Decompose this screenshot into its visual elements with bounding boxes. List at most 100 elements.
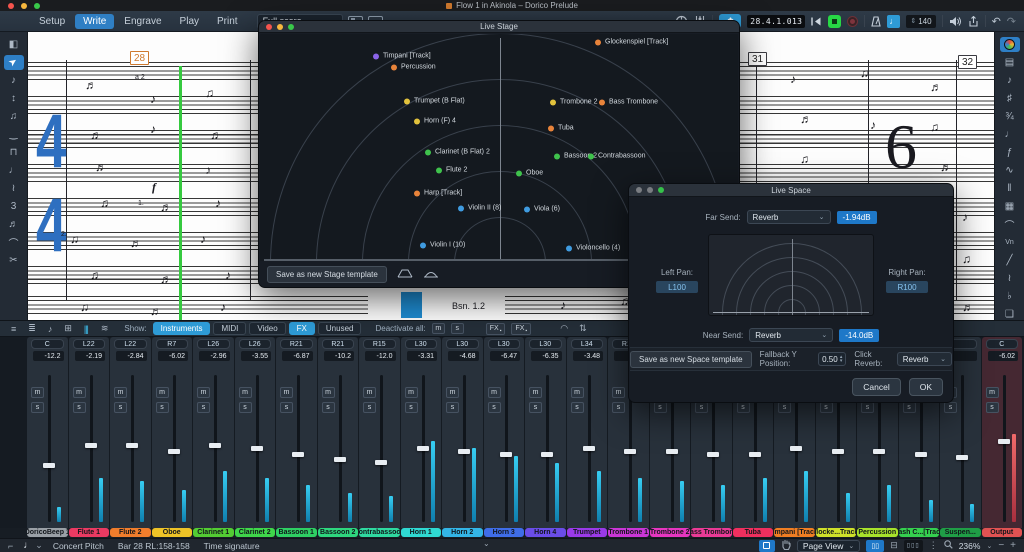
fader-handle[interactable] (499, 451, 512, 457)
deactivate-mute-button[interactable]: m (431, 323, 445, 334)
solo-button[interactable]: s (861, 402, 874, 413)
solo-button[interactable]: s (944, 402, 957, 413)
channel-label[interactable]: Trumpet (566, 528, 607, 537)
minimize-icon[interactable] (21, 3, 27, 9)
pan-control[interactable]: L22 (114, 339, 147, 349)
time-signature-numerator[interactable]: 4 (36, 104, 66, 180)
fader-handle[interactable] (84, 443, 97, 449)
time-signature-denominator[interactable]: 4 (36, 188, 66, 264)
instrument-icon[interactable]: ♪ (45, 324, 55, 334)
close-icon[interactable] (636, 187, 642, 193)
status-item-0[interactable]: Concert Pitch (53, 541, 104, 551)
metronome-icon[interactable] (871, 15, 882, 27)
keyboard-icon[interactable]: ▤ (1000, 55, 1020, 70)
stage-instrument[interactable]: Bass Trombone (599, 99, 658, 106)
pan-control[interactable]: L22 (72, 339, 105, 349)
stage-instrument[interactable]: Trumpet (B Flat) (404, 98, 465, 105)
clef-icon[interactable]: ♩ (4, 163, 24, 178)
mute-button[interactable]: m (155, 387, 169, 398)
zoom-icon[interactable] (34, 3, 40, 9)
fx-insert-a-button[interactable]: FX ▪ (485, 322, 506, 335)
stage-instrument[interactable]: Harp [Track] (414, 190, 462, 197)
near-send-db-field[interactable]: -14.0dB (839, 328, 880, 342)
fader-track[interactable] (297, 375, 300, 522)
volume-icon[interactable] (949, 16, 962, 27)
solo-button[interactable]: s (404, 402, 418, 413)
fader-track[interactable] (214, 375, 217, 522)
mute-button[interactable]: m (487, 387, 501, 398)
channel-label[interactable]: Percussion (857, 528, 898, 537)
volume-readout[interactable]: -6.02 (157, 351, 188, 361)
channel-label[interactable]: Oboe (151, 528, 192, 537)
ok-button[interactable]: OK (908, 378, 943, 396)
slur-icon[interactable]: ⌒ (4, 235, 24, 250)
channel-label[interactable]: Horn 3 (483, 528, 524, 537)
tempo-note-icon[interactable]: ♩ (887, 14, 901, 28)
stage-instrument[interactable]: Trombone 2 (550, 99, 597, 106)
faders-view-icon[interactable]: ||| (81, 324, 91, 334)
channel-label[interactable]: Output (981, 528, 1022, 537)
dynamics-icon[interactable]: ƒ (1000, 145, 1020, 160)
channel-label[interactable]: Contrabassoon (359, 528, 400, 537)
fader-handle[interactable] (416, 446, 429, 451)
stage-instrument[interactable]: Glockenspiel [Track] (595, 39, 668, 46)
fader-track[interactable] (89, 375, 93, 522)
channel-label[interactable]: Flute 1 (68, 528, 109, 537)
mute-button[interactable]: m (985, 387, 999, 398)
fader-track[interactable] (961, 375, 964, 522)
clef-icon[interactable]: ♪ (1000, 73, 1020, 88)
fader-handle[interactable] (250, 446, 263, 451)
stage-instrument[interactable]: Viola (6) (524, 206, 560, 213)
more-options-icon[interactable]: ⋮ (929, 540, 938, 551)
bar-number-current[interactable]: 28 (130, 51, 150, 65)
tempo-display[interactable]: ⇕ 140 (906, 14, 936, 28)
live-stage-titlebar[interactable]: Live Stage (259, 21, 739, 33)
channel-label[interactable]: Timpani [Track] (774, 528, 815, 537)
fader-handle[interactable] (873, 448, 885, 454)
cancel-button[interactable]: Cancel (852, 378, 901, 396)
fader-track[interactable] (546, 375, 549, 522)
fader-handle[interactable] (43, 463, 55, 469)
volume-readout[interactable]: -12.2 (33, 351, 64, 361)
fallback-y-stepper[interactable]: 0.50 ▴ ▾ (818, 352, 847, 366)
solo-button[interactable]: s (570, 402, 584, 413)
mute-button[interactable]: m (72, 387, 86, 398)
pan-control[interactable]: L26 (197, 339, 230, 349)
solo-button[interactable]: s (653, 402, 667, 413)
mixer-collapse-chevron-icon[interactable]: ⌄ (483, 539, 490, 548)
page-arrangement-display[interactable]: ▯▯▯ (903, 539, 923, 552)
fader-handle[interactable] (209, 443, 221, 449)
select-tool-icon[interactable]: ➤ (3, 55, 24, 70)
channel-label[interactable]: Glocke...Track] (815, 528, 856, 537)
stage-instrument[interactable]: Violin II (8) (458, 205, 501, 212)
fader-handle[interactable] (458, 448, 470, 454)
channel-list-icon[interactable]: ≡ (8, 324, 18, 334)
pan-control[interactable]: L26 (238, 339, 271, 349)
near-send-select[interactable]: Reverb ⌄ (749, 328, 834, 342)
gauge-icon[interactable]: ◠ (557, 323, 570, 334)
mode-tab-engrave[interactable]: Engrave (116, 14, 169, 29)
volume-readout[interactable]: -4.68 (448, 351, 479, 361)
traffic-lights[interactable] (8, 3, 40, 9)
minimize-icon[interactable] (647, 187, 653, 193)
status-item-2[interactable]: Time signature (204, 541, 260, 551)
mute-button[interactable]: m (529, 387, 542, 398)
ornaments-icon[interactable]: ∿ (1000, 163, 1020, 178)
volume-readout[interactable]: -3.48 (572, 351, 603, 361)
channel-label[interactable]: Trombone 1 (608, 528, 649, 537)
minimize-icon[interactable] (277, 24, 283, 30)
lines-icon[interactable]: ╱ (1000, 253, 1020, 268)
beam-icon[interactable]: ♬ (4, 217, 24, 232)
channel-label[interactable]: Tuba (732, 528, 773, 537)
fader-track[interactable] (504, 375, 508, 522)
right-pan-value[interactable]: R100 (886, 281, 928, 293)
solo-button[interactable]: s (529, 402, 542, 413)
volume-readout[interactable]: -2.96 (199, 351, 230, 361)
channel-label[interactable]: Suspen... (940, 528, 981, 537)
stage-instrument[interactable]: Contrabassoon (588, 153, 645, 160)
fader-handle[interactable] (375, 460, 387, 466)
solo-button[interactable]: s (736, 402, 750, 413)
playhead-line[interactable] (179, 66, 182, 320)
scissors-icon[interactable]: ✂ (4, 253, 24, 268)
solo-button[interactable]: s (155, 402, 169, 413)
